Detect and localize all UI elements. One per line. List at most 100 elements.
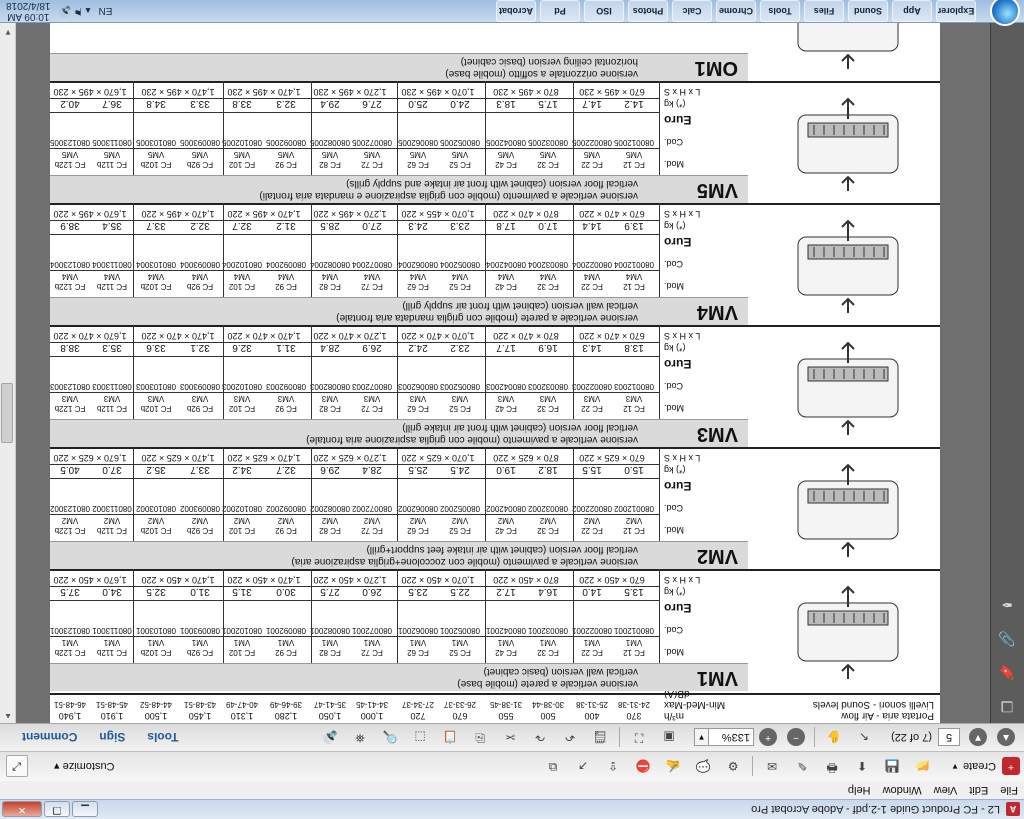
create-button[interactable]: + Create ▼ bbox=[951, 757, 1020, 776]
stop-icon[interactable]: ⛔ bbox=[633, 757, 653, 777]
page-count: (7 of 22) bbox=[891, 731, 932, 744]
product-desc-en: vertical floor version (cabinet with air… bbox=[366, 544, 638, 555]
clock[interactable]: 10:09 AM 18/4/2018 bbox=[6, 0, 51, 22]
tools-link[interactable]: Tools bbox=[147, 731, 178, 745]
table-cell: 080113005 bbox=[92, 138, 132, 147]
sign-link[interactable]: Sign bbox=[99, 731, 125, 745]
combine-icon[interactable]: ⧉ bbox=[543, 757, 563, 777]
column-divider bbox=[573, 569, 574, 663]
taskbar-app-iso[interactable]: ISO bbox=[584, 0, 624, 22]
add-note-icon[interactable]: 🗒 bbox=[590, 728, 610, 748]
vertical-scrollbar[interactable]: ▲ ▼ bbox=[0, 23, 16, 723]
maximize-button[interactable]: ❐ bbox=[44, 801, 70, 818]
table-cell: 080042001 bbox=[485, 626, 527, 635]
fit-width-icon[interactable]: ⛶ bbox=[629, 728, 649, 748]
zoom-dropdown-icon[interactable]: ▼ bbox=[694, 728, 709, 747]
binoculars-icon[interactable]: ⛯ bbox=[350, 728, 370, 748]
document-area[interactable]: Portata aria - Air flow Livelli sonori -… bbox=[16, 23, 990, 723]
expand-icon[interactable]: ⤢ bbox=[6, 755, 28, 778]
taskbar-app-acrobat[interactable]: Acrobat bbox=[496, 0, 536, 22]
row-label-cod: Cod. bbox=[664, 503, 684, 513]
signatures-icon[interactable]: ✒ bbox=[997, 593, 1017, 613]
start-button[interactable] bbox=[990, 0, 1020, 26]
table-cell: 15.5 bbox=[582, 464, 602, 475]
table-cell: 080072004 bbox=[351, 260, 393, 269]
taskbar-app-photos[interactable]: Photos bbox=[628, 0, 668, 22]
dimension-cell: 1,670 × 495 × 220 bbox=[53, 209, 127, 219]
header-label-sound: Livelli sonori - Sound levels bbox=[812, 699, 934, 710]
next-page-icon[interactable]: ▼ bbox=[969, 728, 987, 747]
table-cell: FC 92b bbox=[186, 282, 214, 291]
table-cell: 080062004 bbox=[397, 260, 439, 269]
search-icon[interactable]: 🔍 bbox=[380, 728, 400, 748]
open-folder-icon[interactable]: 📂 bbox=[912, 757, 932, 777]
export-icon[interactable]: ⇪ bbox=[603, 757, 623, 777]
customize-dropdown[interactable]: Customize ▾ bbox=[54, 760, 115, 773]
scroll-down-icon[interactable]: ▼ bbox=[4, 28, 12, 37]
edit-icon[interactable]: ✎ bbox=[792, 757, 812, 777]
attachments-icon[interactable]: 📎 bbox=[997, 627, 1017, 647]
prev-page-icon[interactable]: ▲ bbox=[997, 728, 1015, 747]
snapshot-icon[interactable]: ⬚ bbox=[410, 728, 430, 748]
table-cell: 17.7 bbox=[496, 342, 516, 353]
copy-icon[interactable]: ⎘ bbox=[470, 728, 490, 748]
stamp-icon[interactable]: ✍ bbox=[663, 757, 683, 777]
upload-icon[interactable]: ⬆ bbox=[852, 757, 872, 777]
save-icon[interactable]: 💾 bbox=[882, 757, 902, 777]
row-label-kg: (*) kg bbox=[664, 465, 686, 475]
language-indicator[interactable]: EN bbox=[99, 6, 113, 17]
table-cell: VM2 bbox=[363, 516, 381, 525]
scroll-thumb[interactable] bbox=[1, 383, 13, 443]
table-cell: FC 62 bbox=[407, 404, 429, 413]
print-icon[interactable]: 🖶 bbox=[822, 757, 842, 777]
zoom-in-icon[interactable]: + bbox=[759, 728, 778, 747]
table-cell: 080062001 bbox=[397, 626, 439, 635]
hand-tool-icon[interactable]: ✋ bbox=[824, 728, 844, 748]
taskbar-app-tools[interactable]: Tools bbox=[760, 0, 800, 22]
fan-coil-illustration bbox=[797, 585, 899, 679]
read-aloud-icon[interactable]: 🔊 bbox=[320, 728, 340, 748]
taskbar-app-pd[interactable]: Pd bbox=[540, 0, 580, 22]
taskbar-app-app[interactable]: App bbox=[892, 0, 932, 22]
comment-link[interactable]: Comment bbox=[22, 731, 77, 745]
menu-view[interactable]: View bbox=[934, 784, 958, 796]
fit-page-icon[interactable]: ▣ bbox=[659, 728, 679, 748]
undo-icon[interactable]: ↶ bbox=[560, 728, 580, 748]
zoom-input[interactable]: 133% bbox=[708, 728, 755, 747]
taskbar-app-calc[interactable]: Calc bbox=[672, 0, 712, 22]
taskbar-app-chrome[interactable]: Chrome bbox=[716, 0, 756, 22]
table-cell: 080012004 bbox=[613, 260, 655, 269]
row-label-euro: Euro bbox=[664, 357, 692, 371]
cut-icon[interactable]: ✂ bbox=[500, 728, 520, 748]
table-cell: FC 52 bbox=[449, 404, 471, 413]
column-divider bbox=[223, 325, 224, 419]
dimension-cell: 1,670 × 450 × 220 bbox=[53, 575, 127, 585]
select-tool-icon[interactable]: ↖ bbox=[854, 728, 874, 748]
gear-icon[interactable]: ⚙ bbox=[723, 757, 743, 777]
tray-icons[interactable]: ▴ ⚑ 🔊 bbox=[59, 6, 91, 17]
menu-window[interactable]: Window bbox=[883, 784, 922, 796]
paste-icon[interactable]: 📋 bbox=[440, 728, 460, 748]
pages-icon[interactable]: ❏ bbox=[997, 695, 1017, 715]
taskbar-app-sound[interactable]: Sound bbox=[848, 0, 888, 22]
taskbar-app-explorer[interactable]: Explorer bbox=[936, 0, 976, 22]
menu-help[interactable]: Help bbox=[848, 784, 871, 796]
comment-icon[interactable]: 💬 bbox=[693, 757, 713, 777]
taskbar-app-files[interactable]: Files bbox=[804, 0, 844, 22]
table-cell: FC 102b bbox=[140, 282, 172, 291]
table-cell: 25.5 bbox=[408, 464, 428, 475]
email-icon[interactable]: ✉ bbox=[762, 757, 782, 777]
dimension-cell: 1,270 × 495 × 220 bbox=[313, 209, 387, 219]
product-title-bar: VM1 versione verticale a parete (mobile b… bbox=[50, 663, 748, 691]
page-number-input[interactable]: 5 bbox=[938, 728, 960, 747]
bookmarks-icon[interactable]: 🔖 bbox=[997, 661, 1017, 681]
minimize-button[interactable]: ▁ bbox=[72, 801, 98, 818]
menu-file[interactable]: File bbox=[1000, 784, 1018, 796]
main-toolbar: + Create ▼ 📂 💾 ⬆ 🖶 ✎ ✉ ⚙ 💬 ✍ ⛔ ⇪ ↗ ⧉ Cus… bbox=[0, 751, 1024, 781]
share-icon[interactable]: ↗ bbox=[573, 757, 593, 777]
redo-icon[interactable]: ↷ bbox=[530, 728, 550, 748]
zoom-out-icon[interactable]: − bbox=[787, 728, 806, 747]
scroll-up-icon[interactable]: ▲ bbox=[4, 712, 12, 721]
close-button[interactable]: ✕ bbox=[2, 801, 42, 818]
menu-edit[interactable]: Edit bbox=[969, 784, 988, 796]
